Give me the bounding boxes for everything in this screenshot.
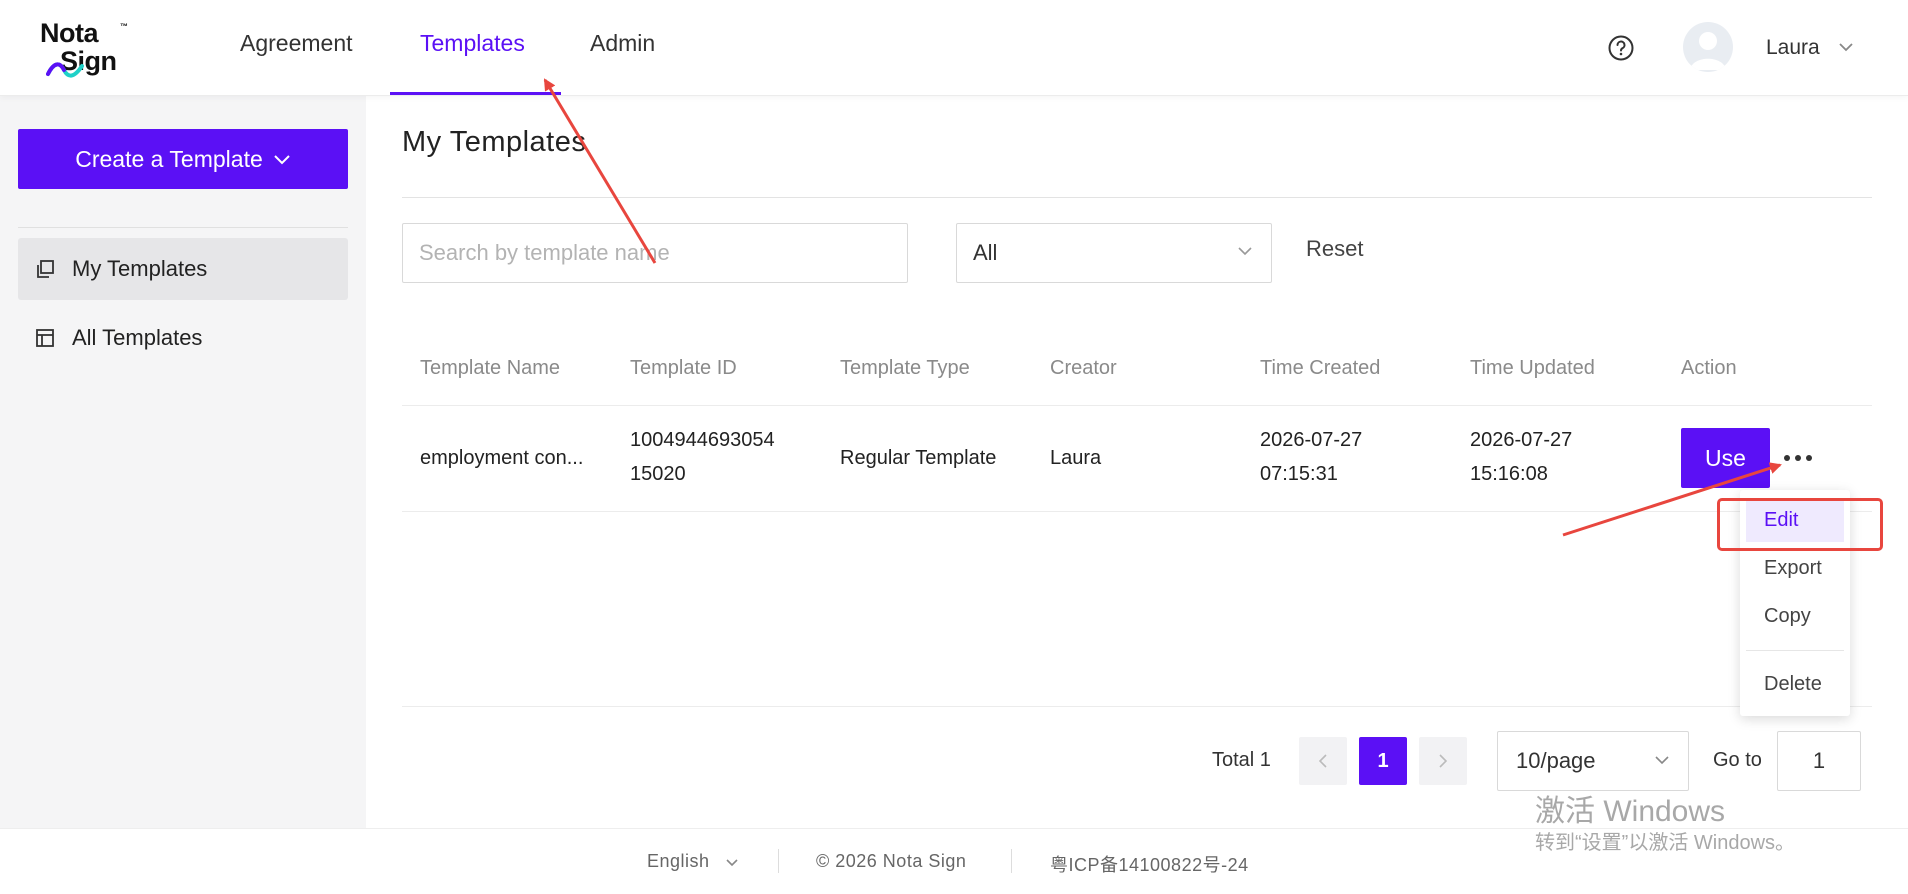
menu-item-delete[interactable]: Delete xyxy=(1740,662,1850,706)
chevron-down-icon[interactable] xyxy=(725,858,739,867)
user-avatar-icon[interactable] xyxy=(1683,22,1733,72)
nota-sign-logo[interactable]: Nota ™ Sign xyxy=(38,18,148,80)
footer-separator xyxy=(1011,849,1012,873)
template-id-line: 1004944693054 xyxy=(630,429,775,451)
template-name-cell[interactable]: employment con... xyxy=(420,441,583,475)
menu-item-copy[interactable]: Copy xyxy=(1740,594,1850,638)
sidebar-item-label: All Templates xyxy=(72,325,203,350)
nav-active-underline xyxy=(390,92,561,95)
sidebar: Create a Template My Templates All Templ… xyxy=(0,96,366,828)
more-horizontal-icon[interactable] xyxy=(1784,446,1812,470)
goto-page-input[interactable] xyxy=(1777,731,1861,791)
time-created-date: 2026-07-27 xyxy=(1260,429,1363,451)
more-dot xyxy=(1806,455,1812,461)
layout-icon xyxy=(36,329,54,347)
use-button[interactable]: Use xyxy=(1681,428,1770,488)
create-template-label: Create a Template xyxy=(75,145,263,172)
pagination-next-button[interactable] xyxy=(1419,737,1467,785)
top-header: Nota ™ Sign Agreement Templates Admin La… xyxy=(0,0,1908,96)
pagination-prev-button[interactable] xyxy=(1299,737,1347,785)
footer-separator xyxy=(778,849,779,873)
sidebar-divider xyxy=(18,227,348,228)
annotation-highlight-box xyxy=(1717,498,1883,551)
chevron-down-icon xyxy=(274,154,290,164)
pagination-page-1[interactable]: 1 xyxy=(1359,737,1407,785)
pagination-total: Total 1 xyxy=(1212,749,1271,771)
create-template-button[interactable]: Create a Template xyxy=(18,129,348,189)
more-dot xyxy=(1795,455,1801,461)
time-created-time: 07:15:31 xyxy=(1260,463,1338,485)
chevron-down-icon xyxy=(1655,756,1669,765)
goto-label: Go to xyxy=(1713,749,1762,771)
logo-wave-icon xyxy=(46,62,84,78)
nav-agreement[interactable]: Agreement xyxy=(240,30,353,57)
logo-text-line1: Nota xyxy=(40,18,99,48)
chevron-down-icon[interactable] xyxy=(1838,42,1854,52)
footer-icp-link[interactable]: 粤ICP备14100822号-24 xyxy=(1050,851,1249,877)
template-type-cell: Regular Template xyxy=(840,447,997,469)
column-header-updated: Time Updated xyxy=(1470,357,1595,379)
sidebar-item-all-templates[interactable]: All Templates xyxy=(18,307,348,369)
footer-copyright: © 2026 Nota Sign xyxy=(816,851,967,871)
nav-templates[interactable]: Templates xyxy=(420,30,525,57)
windows-activation-hint: 转到“设置”以激活 Windows。 xyxy=(1535,832,1796,854)
column-header-action: Action xyxy=(1681,357,1737,379)
column-header-creator: Creator xyxy=(1050,357,1117,379)
title-divider xyxy=(402,197,1872,198)
menu-divider xyxy=(1746,650,1844,651)
logo-trademark: ™ xyxy=(120,22,128,31)
template-id-line: 15020 xyxy=(630,463,686,485)
table-row-divider xyxy=(402,405,1872,406)
windows-activation-watermark: 激活 Windows xyxy=(1535,795,1726,828)
template-id-cell: 1004944693054 15020 xyxy=(630,423,775,491)
page-size-value: 10/page xyxy=(1516,748,1596,773)
reset-button[interactable]: Reset xyxy=(1306,236,1363,262)
time-updated-date: 2026-07-27 xyxy=(1470,429,1573,451)
table-row-divider xyxy=(402,511,1872,512)
sidebar-item-my-templates[interactable]: My Templates xyxy=(18,238,348,300)
list-divider xyxy=(402,706,1872,707)
type-select-value: All xyxy=(973,240,998,265)
time-updated-time: 15:16:08 xyxy=(1470,463,1548,485)
language-select[interactable]: English xyxy=(647,851,710,872)
chevron-left-icon xyxy=(1318,754,1327,768)
menu-item-export[interactable]: Export xyxy=(1740,546,1850,590)
column-header-type: Template Type xyxy=(840,357,970,379)
column-header-id: Template ID xyxy=(630,357,737,379)
search-input[interactable] xyxy=(402,223,908,283)
time-created-cell: 2026-07-27 07:15:31 xyxy=(1260,423,1362,491)
column-header-created: Time Created xyxy=(1260,357,1381,379)
nav-admin[interactable]: Admin xyxy=(590,30,655,57)
help-circle-icon[interactable] xyxy=(1607,34,1635,62)
user-name[interactable]: Laura xyxy=(1766,36,1820,60)
time-updated-cell: 2026-07-27 15:16:08 xyxy=(1470,423,1572,491)
page-size-select[interactable]: 10/page xyxy=(1497,731,1689,791)
chevron-down-icon xyxy=(1238,247,1252,256)
creator-cell: Laura xyxy=(1050,447,1102,469)
more-dot xyxy=(1784,455,1790,461)
sidebar-item-label: My Templates xyxy=(72,256,208,281)
page-title: My Templates xyxy=(402,126,587,158)
template-type-select[interactable]: All xyxy=(956,223,1272,283)
column-header-name: Template Name xyxy=(420,357,561,379)
chevron-right-icon xyxy=(1439,754,1448,768)
copy-stack-icon xyxy=(37,260,54,278)
